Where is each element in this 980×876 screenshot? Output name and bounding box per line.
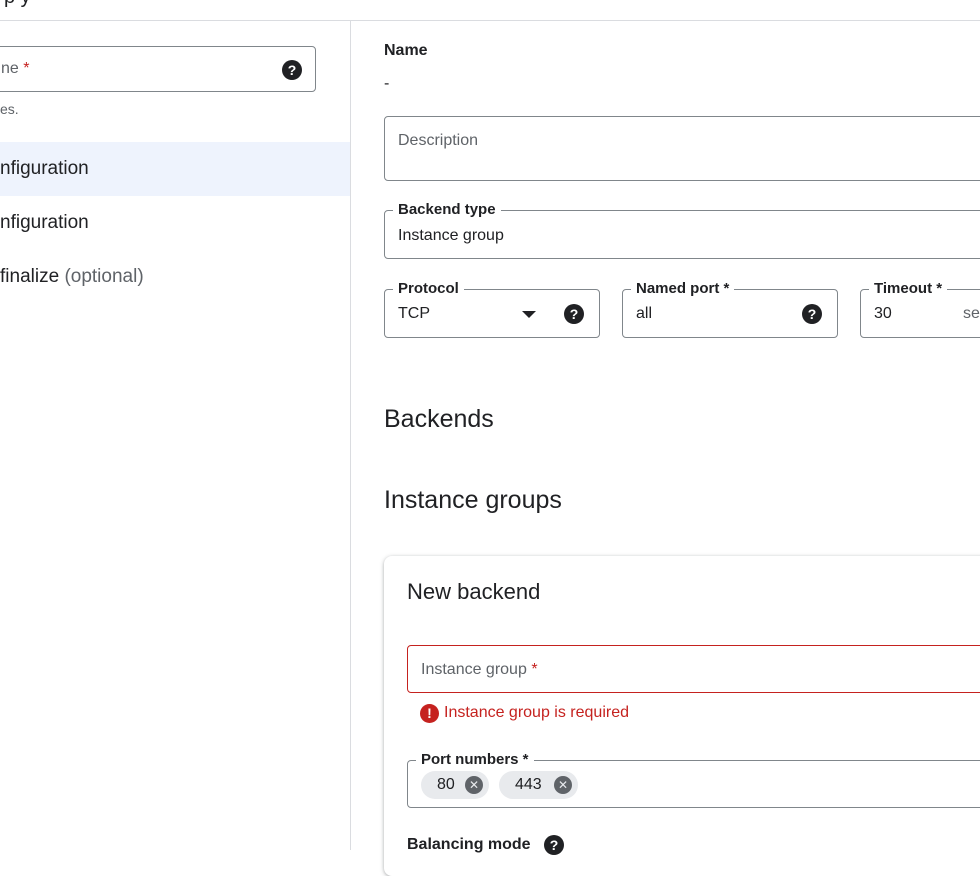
timeout-value: 30 [874, 305, 892, 322]
help-icon[interactable]: ? [802, 304, 822, 324]
backend-type-value: Instance group [398, 227, 504, 244]
protocol-label: Protocol [393, 280, 464, 298]
description-placeholder: Description [398, 132, 479, 149]
close-icon[interactable]: ✕ [465, 776, 483, 794]
help-icon[interactable]: ? [544, 835, 564, 855]
instance-groups-heading: Instance groups [384, 486, 562, 514]
port-numbers-label: Port numbers * [416, 751, 534, 769]
lb-name-field[interactable]: ne * ? [0, 46, 316, 92]
new-backend-title: New backend [407, 579, 541, 604]
port-chip[interactable]: 80 ✕ [421, 771, 489, 799]
close-icon[interactable]: ✕ [554, 776, 572, 794]
instance-group-select[interactable]: Instance group * [407, 645, 980, 693]
chevron-down-icon[interactable] [522, 311, 536, 318]
lb-name-label: ne * [1, 60, 30, 77]
step-review-finalize[interactable]: finalize (optional) [0, 250, 350, 304]
step-frontend-configuration[interactable]: nfiguration [0, 196, 350, 250]
backend-type-field[interactable]: Backend type Instance group [384, 201, 980, 259]
lb-name-hint: es. [0, 101, 19, 117]
backend-type-label: Backend type [393, 201, 501, 219]
instance-group-error: Instance group is required [444, 704, 629, 721]
named-port-value: all [636, 305, 653, 322]
balancing-mode-label: Balancing mode [407, 836, 531, 853]
port-numbers-field[interactable]: Port numbers * 80 ✕ 443 ✕ [407, 751, 980, 808]
step-backend-configuration[interactable]: nfiguration [0, 142, 350, 196]
help-icon[interactable]: ? [282, 60, 302, 80]
protocol-select[interactable]: Protocol TCP ? [384, 280, 600, 338]
protocol-value: TCP [398, 305, 430, 322]
timeout-field[interactable]: Timeout * 30 se [860, 280, 980, 338]
named-port-label: Named port * [631, 280, 735, 298]
instance-group-placeholder: Instance group * [421, 661, 538, 678]
page-title-fragment: p y [4, 0, 31, 9]
port-chip[interactable]: 443 ✕ [499, 771, 578, 799]
timeout-label: Timeout * [869, 280, 948, 298]
help-icon[interactable]: ? [564, 304, 584, 324]
name-value: - [384, 75, 390, 92]
name-label: Name [384, 42, 428, 59]
backends-heading: Backends [384, 405, 494, 433]
named-port-field[interactable]: Named port * all ? [622, 280, 838, 338]
top-bar: p y [0, 0, 980, 21]
panel-divider [350, 21, 351, 850]
description-input[interactable]: Description [384, 116, 980, 181]
error-icon: ! [420, 704, 439, 723]
timeout-unit: se [963, 305, 980, 322]
